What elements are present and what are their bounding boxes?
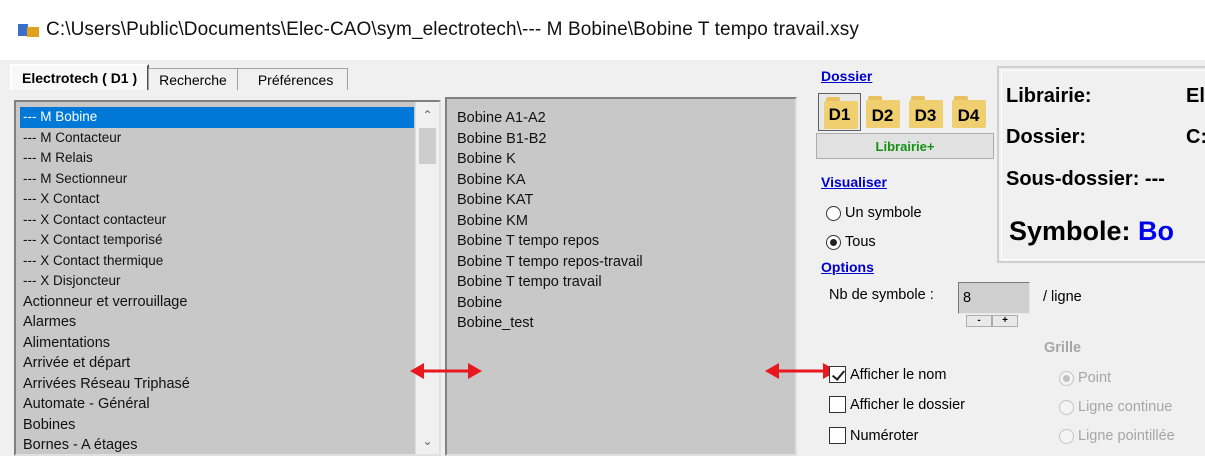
per-line-label: / ligne — [1043, 289, 1082, 305]
checkbox-box[interactable] — [829, 396, 846, 413]
radio-circle[interactable] — [1059, 370, 1074, 386]
checkbox-afficher-dossier[interactable]: Afficher le dossier — [829, 396, 965, 413]
category-item[interactable]: --- X Disjoncteur — [20, 271, 414, 292]
symbol-item[interactable]: Bobine KAT — [451, 190, 781, 211]
symbol-item[interactable]: Bobine A1-A2 — [451, 108, 781, 129]
symbol-list-items: Bobine A1-A2 Bobine B1-B2 Bobine K Bobine K… — [451, 108, 781, 334]
category-item[interactable]: Bobines — [20, 415, 414, 436]
symbol-item[interactable]: Bobine_test — [451, 313, 781, 334]
category-item[interactable]: Alarmes — [20, 312, 414, 333]
symbol-item[interactable]: Bobine T tempo repos — [451, 231, 781, 252]
d3-button[interactable]: D3 — [904, 93, 947, 131]
checkbox-numeroter[interactable]: Numéroter — [829, 427, 919, 444]
category-item[interactable]: --- X Contact thermique — [20, 251, 414, 272]
checkbox-afficher-nom[interactable]: Afficher le nom — [829, 366, 946, 383]
options-link[interactable]: Options — [821, 259, 874, 275]
category-item[interactable]: Actionneur et verrouillage — [20, 292, 414, 313]
dossier-value: C: — [1186, 126, 1205, 148]
checkbox-box[interactable] — [829, 366, 846, 383]
tab-recherche[interactable]: Recherche — [148, 68, 238, 90]
symbol-item[interactable]: Bobine K — [451, 149, 781, 170]
resize-arrow-left-icon[interactable] — [410, 361, 482, 381]
sous-dossier-row: Sous-dossier: --- — [1006, 168, 1165, 191]
sous-dossier-value: --- — [1144, 168, 1165, 190]
librairie-label: Librairie: — [1006, 85, 1092, 107]
radio-circle[interactable] — [1059, 399, 1074, 415]
radio-un-symbole[interactable]: Un symbole — [826, 205, 922, 221]
dossier-row: Dossier: C: — [1006, 126, 1205, 149]
category-item[interactable]: Bornes - A étages — [20, 435, 414, 456]
category-item[interactable]: --- X Contact — [20, 189, 414, 210]
d2-button[interactable]: D2 — [861, 93, 904, 131]
category-item[interactable]: --- M Sectionneur — [20, 169, 414, 190]
window-title: C:\Users\Public\Documents\Elec-CAO\sym_e… — [46, 19, 859, 40]
category-list-items: --- M Bobine --- M Contacteur --- M Relais… — [20, 107, 414, 456]
category-item[interactable]: --- X Contact contacteur — [20, 210, 414, 231]
category-item[interactable]: --- X Contact temporisé — [20, 230, 414, 251]
symbole-value: Bo — [1138, 216, 1175, 246]
radio-circle[interactable] — [826, 234, 841, 250]
symbol-item[interactable]: Bobine T tempo travail — [451, 272, 781, 293]
grille-label: Grille — [1044, 340, 1082, 356]
nb-symbole-input[interactable] — [958, 282, 1030, 314]
symbole-label: Symbole: — [1009, 216, 1131, 246]
scroll-thumb[interactable] — [419, 128, 436, 164]
decrement-button[interactable]: - — [966, 315, 992, 327]
tab-strip: Electrotech ( D1 ) Recherche Préférences — [10, 64, 349, 90]
category-item[interactable]: Automate - Général — [20, 394, 414, 415]
radio-grille-ligne-continue[interactable]: Ligne continue — [1059, 399, 1172, 415]
info-panel: Librairie: El Dossier: C: Sous-dossier: … — [997, 66, 1205, 263]
scroll-up-icon[interactable]: ⌃ — [416, 104, 439, 126]
symbol-item[interactable]: Bobine — [451, 293, 781, 314]
symbole-row: Symbole: Bo — [1009, 216, 1174, 247]
nb-symbole-stepper: - + — [966, 315, 1018, 327]
increment-button[interactable]: + — [992, 315, 1018, 327]
radio-grille-ligne-pointillee[interactable]: Ligne pointillée — [1059, 428, 1175, 444]
category-item[interactable]: --- M Bobine — [20, 107, 414, 128]
app-icon — [18, 22, 40, 38]
category-scrollbar[interactable]: ⌃ ⌄ — [415, 102, 439, 454]
d4-button[interactable]: D4 — [947, 93, 990, 131]
dossier-buttons: D1 D2 D3 D4 — [818, 93, 990, 131]
symbol-item[interactable]: Bobine KA — [451, 170, 781, 191]
category-list[interactable]: --- M Bobine --- M Contacteur --- M Relais… — [14, 100, 441, 456]
librairie-plus-button[interactable]: Librairie+ — [816, 133, 994, 159]
category-item[interactable]: --- M Contacteur — [20, 128, 414, 149]
d1-button[interactable]: D1 — [818, 93, 861, 131]
dossier-link[interactable]: Dossier — [821, 68, 872, 84]
radio-tous[interactable]: Tous — [826, 234, 876, 250]
tab-preferences[interactable]: Préférences — [236, 68, 349, 90]
symbol-item[interactable]: Bobine B1-B2 — [451, 129, 781, 150]
radio-grille-point[interactable]: Point — [1059, 370, 1111, 386]
resize-arrow-right-icon[interactable] — [765, 361, 837, 381]
dossier-label: Dossier: — [1006, 126, 1087, 148]
category-item[interactable]: --- M Relais — [20, 148, 414, 169]
symbol-item[interactable]: Bobine KM — [451, 211, 781, 232]
radio-circle[interactable] — [1059, 428, 1074, 444]
sous-dossier-label: Sous-dossier: — [1006, 168, 1140, 190]
title-bar: C:\Users\Public\Documents\Elec-CAO\sym_e… — [0, 0, 1205, 60]
scroll-down-icon[interactable]: ⌄ — [416, 430, 439, 452]
radio-circle[interactable] — [826, 205, 841, 221]
category-item[interactable]: Alimentations — [20, 333, 414, 354]
category-item[interactable]: Arrivée et départ — [20, 353, 414, 374]
nb-symbole-label: Nb de symbole : — [829, 287, 934, 303]
category-item[interactable]: Arrivées Réseau Triphasé — [20, 374, 414, 395]
tab-electrotech[interactable]: Electrotech ( D1 ) — [10, 64, 150, 90]
librairie-value: El — [1186, 85, 1205, 107]
symbol-list[interactable]: Bobine A1-A2 Bobine B1-B2 Bobine K Bobine K… — [445, 97, 797, 456]
symbol-item[interactable]: Bobine T tempo repos-travail — [451, 252, 781, 273]
librairie-row: Librairie: El — [1006, 85, 1205, 108]
visualiser-link[interactable]: Visualiser — [821, 174, 887, 190]
checkbox-box[interactable] — [829, 427, 846, 444]
